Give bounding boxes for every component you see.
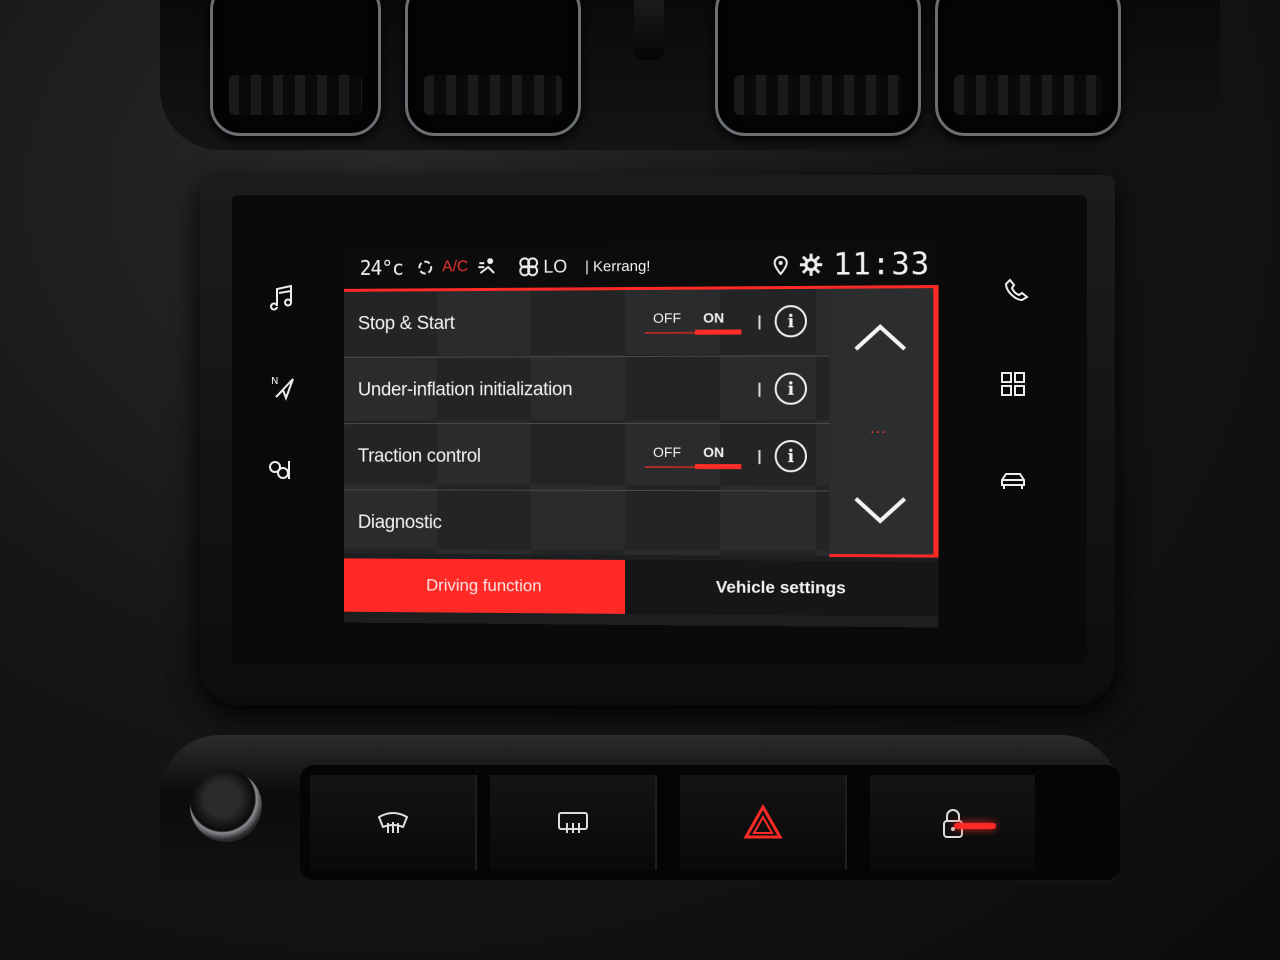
setting-row-stop-start[interactable]: Stop & Start OFF ON i — [344, 288, 830, 358]
radio-station[interactable]: | Kerrang! — [585, 257, 650, 274]
scroll-position-indicator: ... — [870, 419, 887, 438]
panel-border — [933, 288, 939, 557]
tab-bar: Driving function Vehicle settings — [344, 558, 939, 627]
climate-icon[interactable] — [260, 450, 300, 490]
tab-driving-function[interactable]: Driving function — [344, 558, 626, 614]
info-icon[interactable]: i — [774, 440, 808, 473]
toggle-thumb — [695, 464, 742, 470]
toggle-off-label: OFF — [652, 309, 682, 326]
svg-text:N: N — [271, 376, 278, 387]
toggle-off-label: OFF — [652, 444, 682, 461]
fan-icon[interactable] — [518, 256, 540, 278]
toggle-on-label: ON — [703, 444, 725, 461]
recirculation-icon[interactable] — [417, 259, 435, 277]
setting-row-traction-control[interactable]: Traction control OFF ON i — [344, 423, 830, 492]
car-icon[interactable] — [993, 460, 1033, 500]
lock-indicator-led — [954, 823, 996, 829]
setting-label: Traction control — [357, 445, 481, 467]
rear-demist-icon — [557, 811, 588, 833]
navigation-icon[interactable]: N — [263, 366, 303, 406]
ac-status[interactable]: A/C — [442, 258, 468, 276]
toggle-on-label: ON — [703, 309, 725, 326]
central-lock-button[interactable] — [870, 775, 1035, 870]
vent-control-knob[interactable] — [634, 0, 664, 60]
touchscreen: 24°c A/C LO | Kerrang! 11:33 Stop & Star… — [344, 242, 939, 628]
rear-demist-button[interactable] — [490, 775, 657, 870]
traction-control-toggle[interactable]: OFF ON — [644, 442, 745, 474]
windscreen-demist-icon — [377, 811, 408, 833]
separator — [758, 382, 761, 397]
setting-label: Stop & Start — [357, 312, 455, 335]
scroll-down-chevron-icon[interactable] — [850, 491, 911, 532]
scroll-up-chevron-icon[interactable] — [850, 317, 911, 358]
clock: 11:33 — [833, 246, 931, 283]
apps-grid-icon[interactable] — [993, 364, 1033, 404]
toggle-thumb — [695, 329, 742, 335]
settings-list: Stop & Start OFF ON i Under-inflation in… — [344, 288, 830, 558]
info-icon[interactable]: i — [774, 372, 808, 405]
setting-label: Under-inflation initialization — [357, 379, 573, 401]
setting-row-under-inflation[interactable]: Under-inflation initialization i — [344, 356, 830, 425]
info-icon[interactable]: i — [774, 305, 808, 338]
fan-level: LO — [543, 256, 568, 277]
location-pin-icon[interactable] — [772, 255, 788, 275]
setting-row-diagnostic[interactable]: Diagnostic — [344, 490, 829, 558]
air-vent-left-outer[interactable] — [210, 0, 381, 136]
panel-border-bottom — [829, 553, 939, 558]
hazard-button[interactable] — [680, 775, 847, 870]
separator — [758, 450, 761, 465]
scroll-panel: ... — [829, 288, 934, 557]
air-distribution-icon[interactable] — [476, 257, 502, 277]
stop-start-toggle[interactable]: OFF ON — [644, 307, 745, 340]
music-icon[interactable] — [263, 278, 303, 318]
cabin-temperature[interactable]: 24°c — [360, 256, 403, 280]
air-vent-right-outer[interactable] — [935, 0, 1121, 136]
tab-vehicle-settings[interactable]: Vehicle settings — [625, 559, 939, 617]
phone-icon[interactable] — [995, 270, 1035, 310]
setting-label: Diagnostic — [357, 512, 442, 534]
separator — [758, 315, 761, 330]
hazard-icon — [742, 803, 783, 838]
volume-knob[interactable] — [190, 770, 262, 842]
status-bar: 24°c A/C LO | Kerrang! 11:33 — [344, 242, 939, 289]
air-vent-left-inner[interactable] — [405, 0, 581, 136]
settings-gear-icon[interactable] — [799, 253, 823, 277]
windscreen-demist-button[interactable] — [310, 775, 477, 870]
air-vent-right-inner[interactable] — [715, 0, 921, 136]
